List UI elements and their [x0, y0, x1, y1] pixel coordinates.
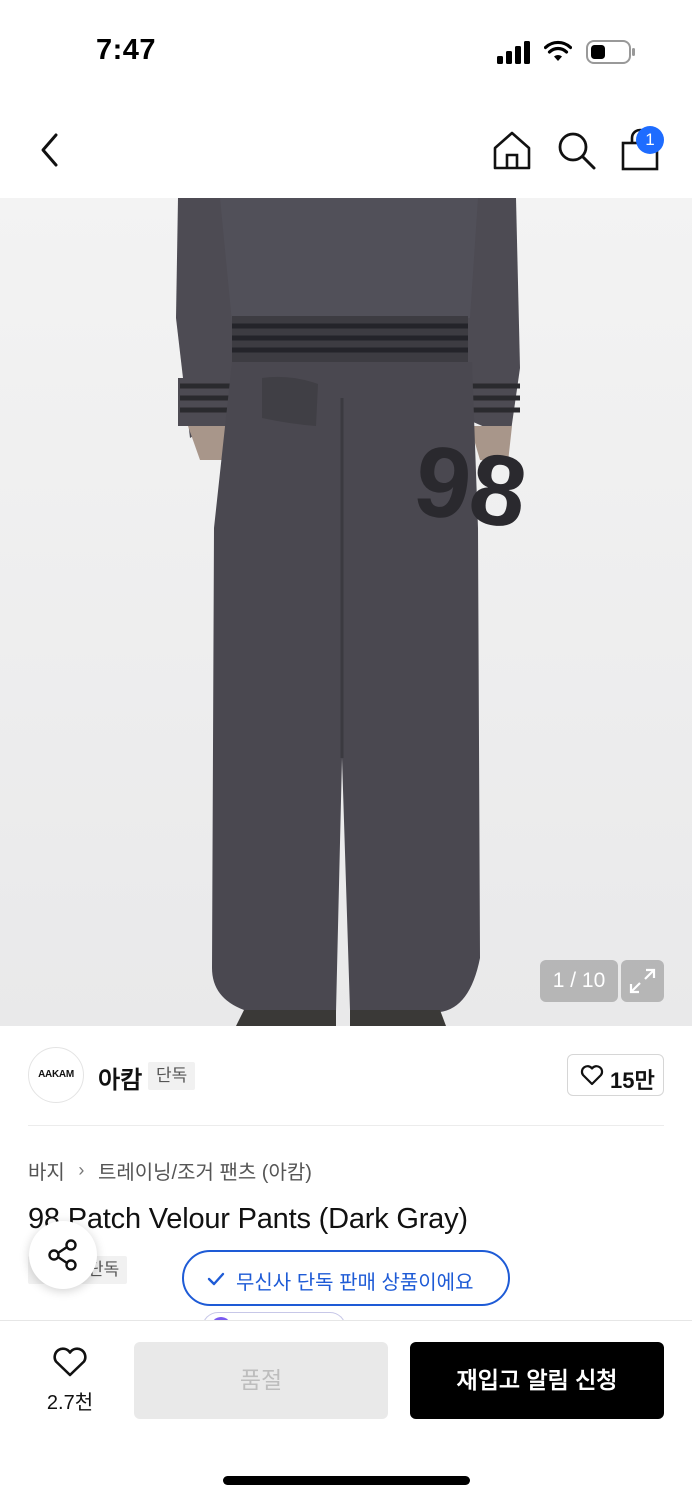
- heart-icon: [580, 1065, 604, 1086]
- brand-name[interactable]: 아캄: [98, 1060, 142, 1095]
- home-indicator[interactable]: [223, 1476, 470, 1485]
- expand-icon[interactable]: [621, 960, 664, 1002]
- brand-like-button[interactable]: 15만: [567, 1054, 664, 1096]
- battery-icon: [586, 40, 635, 64]
- brand-like-count: 15만: [610, 1068, 655, 1093]
- wishlist-count: 2.7천: [46, 1392, 94, 1414]
- signal-icon: [497, 41, 530, 64]
- image-counter: 1 / 10: [540, 960, 618, 1002]
- cart-badge: 1: [636, 126, 664, 154]
- share-button[interactable]: [29, 1221, 97, 1289]
- check-icon: [207, 1272, 225, 1286]
- breadcrumb-subcategory[interactable]: 트레이닝/조거 팬츠 (아캄): [98, 1162, 312, 1184]
- search-icon[interactable]: [554, 128, 598, 172]
- divider: [28, 1125, 664, 1126]
- product-photo: 98: [176, 198, 534, 1026]
- wishlist-button[interactable]: 2.7천: [28, 1340, 112, 1420]
- restock-alert-button[interactable]: 재입고 알림 신청: [410, 1342, 664, 1419]
- back-button[interactable]: [30, 128, 70, 172]
- home-icon[interactable]: [490, 128, 534, 172]
- exclusive-badge: 단독: [148, 1062, 196, 1090]
- exclusive-tooltip[interactable]: 무신사 단독 판매 상품이에요: [182, 1250, 510, 1306]
- breadcrumb-category[interactable]: 바지: [28, 1162, 65, 1184]
- top-nav: [0, 100, 692, 198]
- chevron-right-icon: ›: [78, 1160, 85, 1180]
- soldout-button: 품절: [134, 1342, 388, 1419]
- breadcrumb: 바지 › 트레이닝/조거 팬츠 (아캄): [28, 1156, 312, 1185]
- status-time: 7:47: [96, 34, 157, 66]
- heart-icon: [53, 1347, 87, 1377]
- svg-text:98: 98: [408, 424, 534, 550]
- product-title: 98 Patch Velour Pants (Dark Gray): [28, 1203, 468, 1235]
- share-icon: [48, 1239, 77, 1271]
- product-image[interactable]: 98: [0, 198, 692, 1026]
- brand-logo[interactable]: AAKAM: [28, 1047, 84, 1103]
- tooltip-text: 무신사 단독 판매 상품이에요: [236, 1272, 474, 1294]
- wifi-icon: [544, 40, 572, 61]
- status-bar: 7:47: [0, 0, 692, 100]
